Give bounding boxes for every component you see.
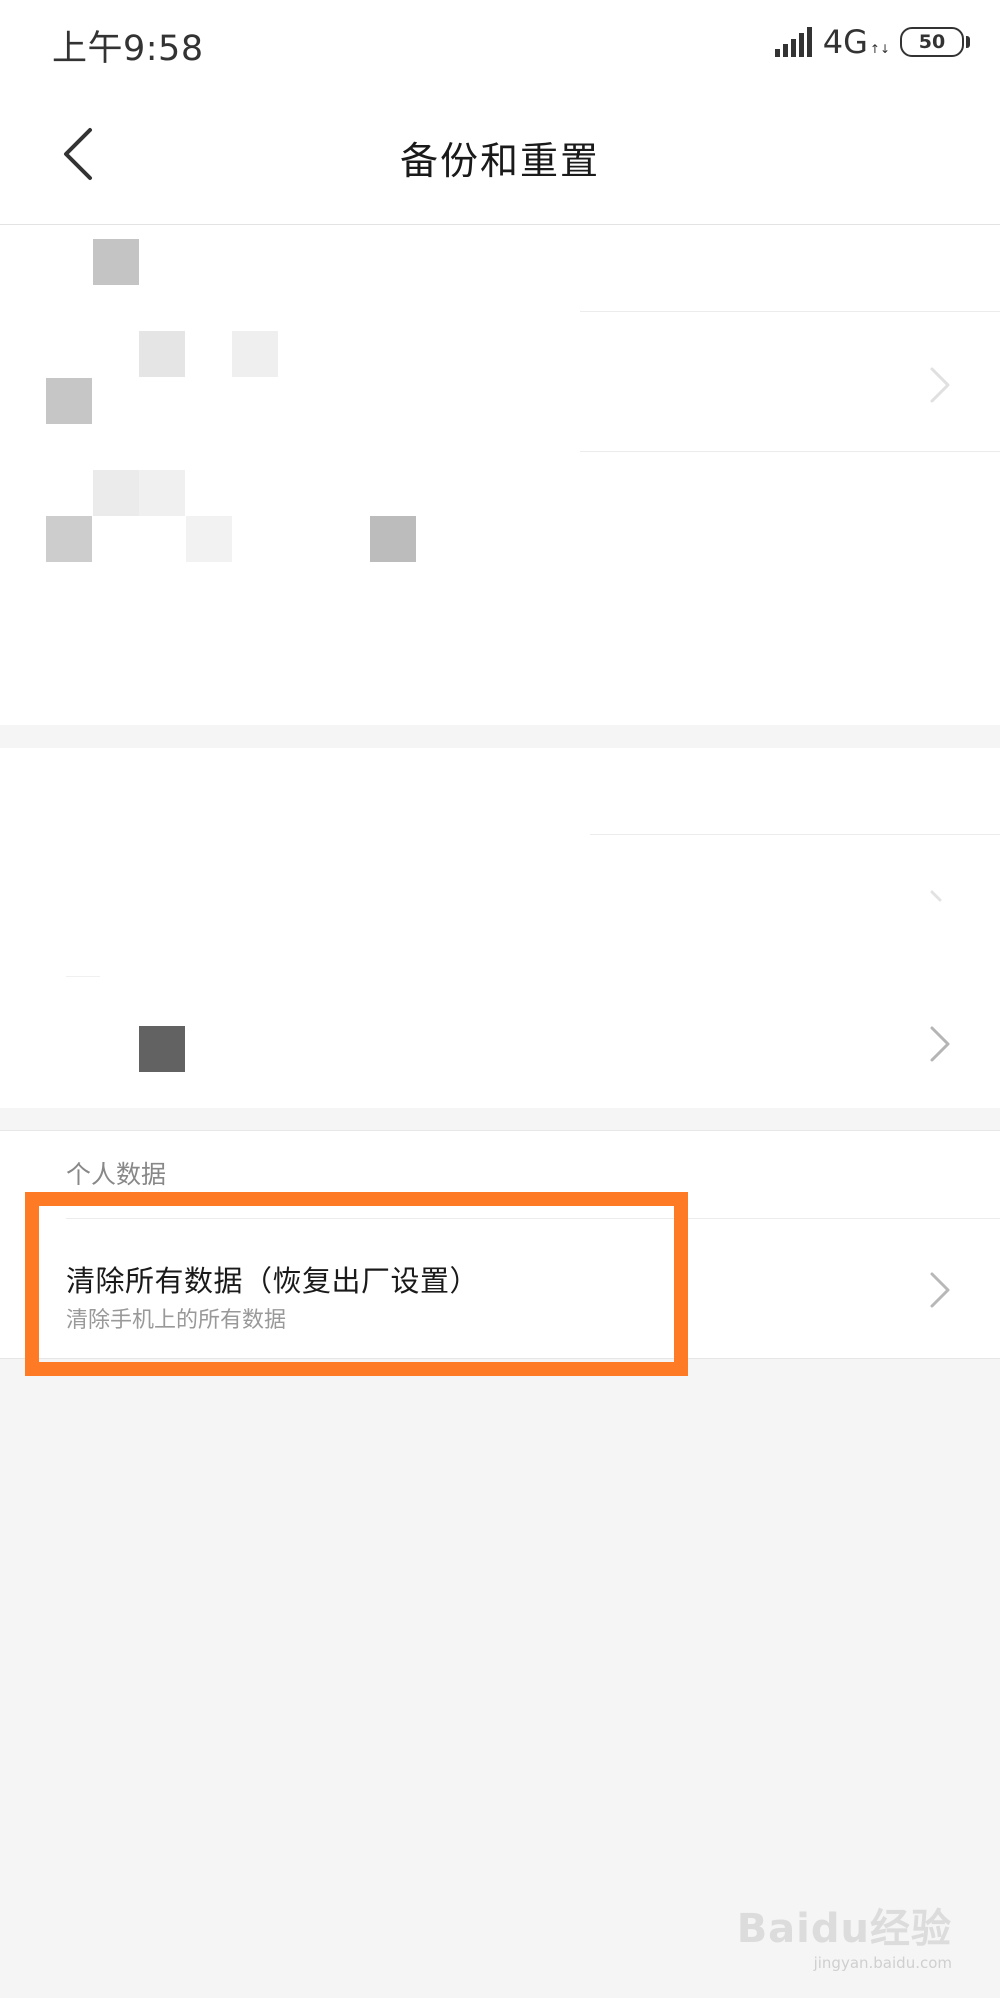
status-indicators: 4G ↑↓ 50 <box>774 22 970 62</box>
restore-section <box>0 748 1000 1108</box>
signal-icon <box>774 27 812 57</box>
mosaic-block <box>93 239 139 285</box>
list-divider <box>580 311 1000 312</box>
watermark: Baidu经验 jingyan.baidu.com <box>737 1896 952 1972</box>
mosaic-block <box>46 516 92 562</box>
section-header-personal-data: 个人数据 <box>66 1160 167 1189</box>
list-divider <box>66 976 100 977</box>
list-divider <box>590 834 1000 835</box>
battery-level: 50 <box>918 31 946 53</box>
mosaic-block <box>139 1026 185 1072</box>
mosaic-block <box>139 331 185 377</box>
factory-reset-title: 清除所有数据（恢复出厂设置） <box>66 1264 480 1298</box>
mosaic-block <box>232 331 278 377</box>
mosaic-block <box>46 378 92 424</box>
battery-icon: 50 <box>900 27 970 57</box>
network-arrows-icon: ↑↓ <box>869 42 890 56</box>
network-type: 4G <box>822 23 868 61</box>
list-divider <box>580 451 1000 452</box>
app-header: 备份和重置 <box>0 86 1000 225</box>
chevron-right-icon[interactable] <box>928 1022 952 1066</box>
mosaic-block <box>93 470 139 516</box>
mosaic-block <box>370 516 416 562</box>
factory-reset-item[interactable]: 清除所有数据（恢复出厂设置） 清除手机上的所有数据 <box>0 1218 1000 1358</box>
mosaic-block <box>139 470 185 516</box>
chevron-right-icon[interactable] <box>928 886 952 930</box>
page-title: 备份和重置 <box>399 139 600 183</box>
watermark-url: jingyan.baidu.com <box>813 1954 952 1972</box>
backup-section <box>0 225 1000 725</box>
personal-data-section: 个人数据 清除所有数据（恢复出厂设置） 清除手机上的所有数据 <box>0 1130 1000 1359</box>
status-bar: 上午9:58 4G ↑↓ 50 <box>0 0 1000 86</box>
factory-reset-subtitle: 清除手机上的所有数据 <box>66 1308 287 1333</box>
watermark-logo: Baidu经验 <box>736 1906 952 1952</box>
status-time: 上午9:58 <box>52 29 204 69</box>
mosaic-block <box>186 516 232 562</box>
chevron-right-icon[interactable] <box>928 363 952 407</box>
chevron-right-icon <box>930 1272 950 1308</box>
